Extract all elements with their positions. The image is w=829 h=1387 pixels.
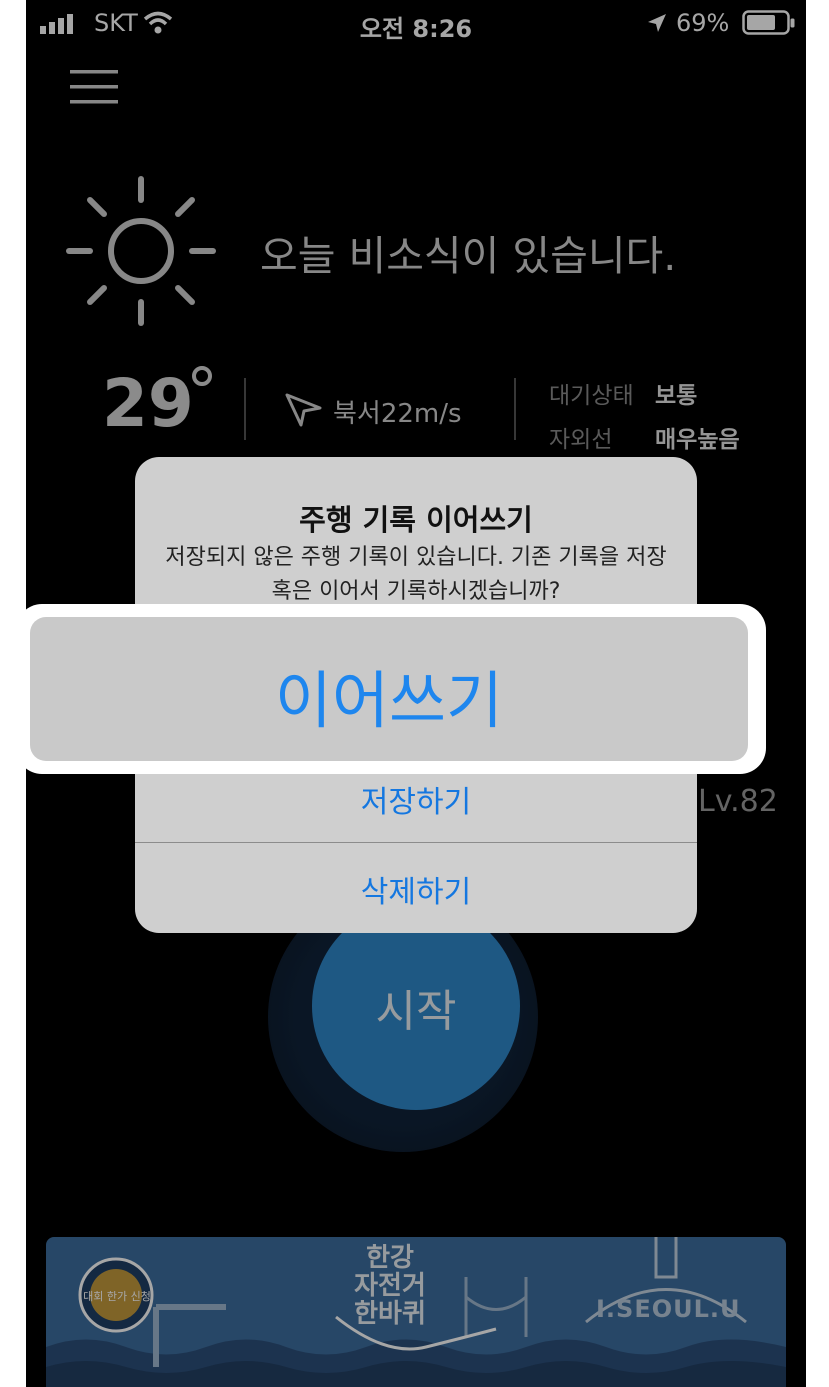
- delete-button[interactable]: 삭제하기: [135, 867, 697, 911]
- alert-divider: [135, 842, 697, 843]
- alert-title: 주행 기록 이어쓰기: [299, 503, 533, 537]
- continue-button-label: 이어쓰기: [274, 664, 504, 737]
- alert-message: 저장되지 않은 주행 기록이 있습니다. 기존 기록을 저장 혹은 이어서 기록…: [165, 545, 667, 604]
- save-button[interactable]: 저장하기: [135, 777, 697, 821]
